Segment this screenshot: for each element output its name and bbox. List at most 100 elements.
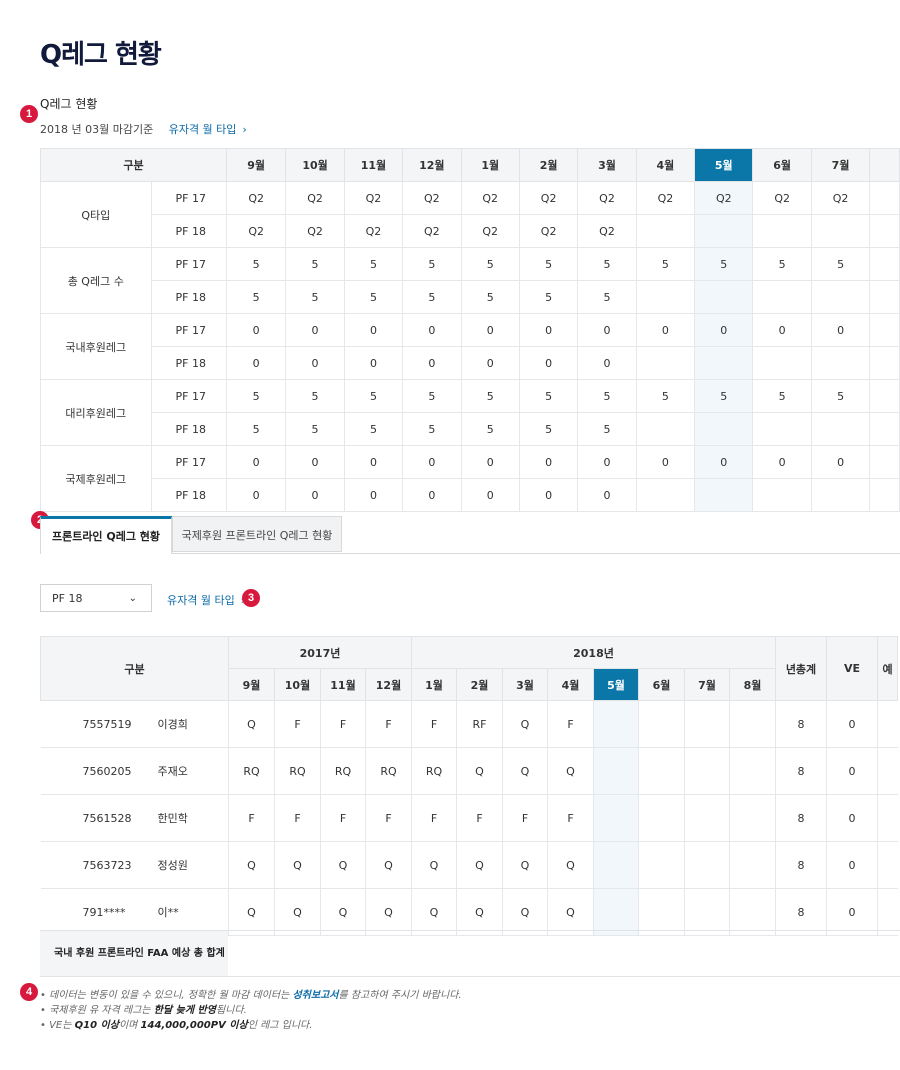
pf-label: PF 18 xyxy=(150,346,227,380)
header-month: 7월 xyxy=(684,668,730,701)
month-cell: Q xyxy=(547,841,594,889)
table-row: 국제후원레그 PF 17 0 0 0 0 0 0 0 0 0 0 0 xyxy=(40,445,900,512)
month-cell: Q xyxy=(320,888,366,936)
month-cell xyxy=(638,794,685,842)
value-cell: Q2 xyxy=(285,214,345,248)
header-month: 2월 xyxy=(456,668,503,701)
pf-label: PF 17 xyxy=(150,445,227,479)
value-cell: Q2 xyxy=(518,214,579,248)
pf-year-select-value: PF 18 xyxy=(52,592,83,605)
header-month: 12월 xyxy=(365,668,412,701)
value-cell xyxy=(752,478,812,512)
month-cell: F xyxy=(411,794,457,842)
value-cell: 5 xyxy=(752,247,812,281)
value-cell: Q2 xyxy=(402,181,462,215)
overflow-cell xyxy=(869,412,900,446)
header-month: 1월 xyxy=(411,668,457,701)
month-cell xyxy=(593,841,639,889)
pf-label: PF 18 xyxy=(150,214,227,248)
row-group-label: 국내후원레그 xyxy=(40,313,152,380)
month-cell xyxy=(638,841,685,889)
month-cell xyxy=(729,747,776,795)
value-cell xyxy=(810,412,871,446)
value-cell: Q2 xyxy=(460,181,520,215)
value-cell: 5 xyxy=(402,247,462,281)
header-year-2018: 2018년 xyxy=(411,636,776,669)
extra-cell xyxy=(877,747,898,795)
overflow-cell xyxy=(869,445,900,479)
table-row: PF 18 5 5 5 5 5 5 5 xyxy=(41,412,900,446)
table-row: 대리후원레그 PF 17 5 5 5 5 5 5 5 5 5 5 5 xyxy=(40,379,900,446)
month-cell: F xyxy=(320,794,366,842)
value-cell: 5 xyxy=(225,379,287,413)
table-row: PF 18 5 5 5 5 5 5 5 xyxy=(41,280,900,314)
value-cell: 5 xyxy=(343,379,404,413)
pf-label: PF 17 xyxy=(150,379,227,413)
year-total-cell: 8 xyxy=(775,747,827,795)
row-group-label: 국제후원레그 xyxy=(40,445,152,512)
value-cell: 0 xyxy=(577,478,637,512)
value-cell xyxy=(752,412,812,446)
value-cell: 0 xyxy=(460,346,520,380)
extra-cell xyxy=(877,888,898,936)
month-cell: F xyxy=(411,700,457,748)
value-cell: 5 xyxy=(225,280,287,314)
member-name: 이경희 xyxy=(153,700,229,748)
year-total-cell: 8 xyxy=(775,841,827,889)
month-cell xyxy=(684,794,730,842)
link-label: 유자격 월 타입 xyxy=(167,594,235,607)
value-cell: 0 xyxy=(402,445,462,479)
qualified-month-type-link[interactable]: 유자격 월 타입 › xyxy=(169,123,247,136)
table-row: PF 18 0 0 0 0 0 0 0 xyxy=(41,478,900,512)
value-cell: 0 xyxy=(343,313,404,347)
header-month: 11월 xyxy=(320,668,366,701)
value-cell: Q2 xyxy=(635,181,696,215)
overflow-cell xyxy=(869,247,900,281)
value-cell: 5 xyxy=(343,247,404,281)
value-cell: 0 xyxy=(635,445,696,479)
achievement-report-link[interactable]: 성취보고서 xyxy=(292,990,338,1001)
tab-international-frontline-q-leg[interactable]: 국제후원 프론트라인 Q레그 현황 xyxy=(172,516,342,552)
value-cell: 0 xyxy=(225,445,287,479)
month-cell xyxy=(684,841,730,889)
month-cell: F xyxy=(365,794,412,842)
month-cell xyxy=(638,700,685,748)
value-cell: 5 xyxy=(518,280,579,314)
month-cell: Q xyxy=(228,700,275,748)
value-cell xyxy=(810,280,871,314)
value-cell: 5 xyxy=(518,412,579,446)
value-cell: 5 xyxy=(635,247,696,281)
year-total-cell: 8 xyxy=(775,700,827,748)
header-extra: 예 xyxy=(877,636,898,701)
month-cell xyxy=(684,888,730,936)
value-cell: 0 xyxy=(460,478,520,512)
extra-cell xyxy=(877,794,898,842)
value-cell: 5 xyxy=(225,412,287,446)
value-cell: 5 xyxy=(694,247,754,281)
member-id: 7561528 xyxy=(40,794,154,842)
value-cell xyxy=(635,346,696,380)
pf-label: PF 18 xyxy=(150,478,227,512)
value-cell: 0 xyxy=(752,445,812,479)
value-cell xyxy=(810,214,871,248)
month-cell: Q xyxy=(365,841,412,889)
month-cell: F xyxy=(274,700,321,748)
table-row: Q타입 PF 17 Q2 Q2 Q2 Q2 Q2 Q2 Q2 Q2 Q2 Q2 Q2 xyxy=(40,181,900,248)
row-group-label: 총 Q레그 수 xyxy=(40,247,152,314)
value-cell xyxy=(635,214,696,248)
month-cell xyxy=(729,700,776,748)
qualified-month-type-link-2[interactable]: 유자격 월 타입› xyxy=(167,592,245,608)
tab-frontline-q-leg[interactable]: 프론트라인 Q레그 현황 xyxy=(40,516,172,554)
value-cell xyxy=(694,412,754,446)
value-cell: 0 xyxy=(810,445,871,479)
member-id: 791**** xyxy=(40,888,154,936)
value-cell: 5 xyxy=(402,412,462,446)
chevron-right-icon: › xyxy=(242,123,247,136)
value-cell: 5 xyxy=(577,379,637,413)
pf-year-select[interactable]: PF 18 ⌄ xyxy=(40,584,152,612)
member-name: 주재오 xyxy=(153,747,229,795)
header-month: 10월 xyxy=(274,668,321,701)
value-cell: 0 xyxy=(460,445,520,479)
table-row: 7557519 이경희 Q F F F F RF Q F 8 0 xyxy=(40,700,898,748)
overflow-cell xyxy=(869,313,900,347)
